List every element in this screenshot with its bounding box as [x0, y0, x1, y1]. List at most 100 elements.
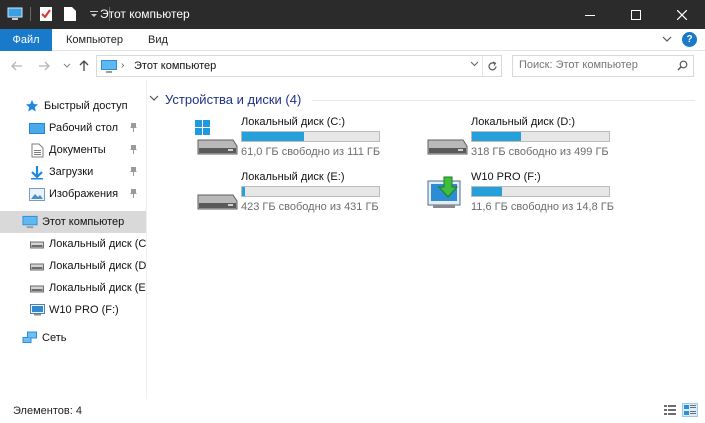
- navigation-pane: Быстрый доступ Рабочий стол Документы За…: [0, 86, 146, 396]
- sidebar-item-desktop[interactable]: Рабочий стол: [0, 117, 146, 139]
- sidebar-item-this-pc[interactable]: Этот компьютер: [0, 211, 146, 233]
- status-bar: Элементов: 4: [0, 398, 705, 423]
- sidebar-item-network[interactable]: Сеть: [0, 327, 146, 349]
- drive-name: Локальный диск (E:): [241, 171, 345, 183]
- search-icon[interactable]: [677, 60, 688, 74]
- tab-file[interactable]: Файл: [0, 29, 52, 51]
- drive-usage-bar: [241, 131, 380, 142]
- minimize-button[interactable]: [567, 0, 613, 29]
- search-input[interactable]: [519, 59, 669, 71]
- properties-icon[interactable]: [37, 5, 55, 23]
- ribbon-tabs: Файл Компьютер Вид ?: [0, 29, 705, 51]
- content-pane: Устройства и диски (4) Локальный диск (C…: [147, 86, 705, 396]
- hard-drive-icon: [197, 194, 238, 210]
- up-arrow-icon: [79, 60, 89, 71]
- chevron-down-icon: [63, 63, 71, 68]
- group-title: Устройства и диски (4): [165, 91, 302, 107]
- toolbar-divider: [30, 7, 31, 21]
- sidebar-item-label: Локальный диск (C: [49, 238, 146, 250]
- ribbon-right-controls: ?: [662, 32, 697, 47]
- drive-free-space: 11,6 ГБ свободно из 14,8 ГБ: [471, 201, 614, 213]
- breadcrumb-separator-icon: ›: [121, 60, 125, 71]
- search-box[interactable]: [512, 55, 694, 77]
- maximize-button[interactable]: [613, 0, 659, 29]
- details-view-button[interactable]: [663, 404, 677, 416]
- drive-usage-fill: [472, 187, 503, 196]
- windows-drive-icon: [195, 120, 238, 155]
- usb-drive-icon: [427, 176, 461, 208]
- computer-icon[interactable]: [6, 5, 24, 23]
- pin-icon[interactable]: [129, 122, 138, 136]
- sidebar-item-drive-d[interactable]: Локальный диск (D: [0, 255, 146, 277]
- group-divider: [312, 100, 695, 101]
- sidebar-item-documents[interactable]: Документы: [0, 139, 146, 161]
- computer-icon: [22, 214, 38, 230]
- pictures-icon: [29, 186, 45, 202]
- drive-free-space: 318 ГБ свободно из 499 ГБ: [471, 146, 609, 158]
- address-bar[interactable]: › Этот компьютер: [96, 55, 502, 77]
- window-controls: [567, 0, 705, 29]
- help-button[interactable]: ?: [682, 32, 697, 47]
- sidebar-item-downloads[interactable]: Загрузки: [0, 161, 146, 183]
- back-button[interactable]: [9, 58, 25, 74]
- pin-icon[interactable]: [129, 166, 138, 180]
- breadcrumb-this-pc[interactable]: Этот компьютер: [134, 60, 216, 72]
- sidebar-item-label: Загрузки: [49, 166, 94, 178]
- pin-icon[interactable]: [129, 144, 138, 158]
- forward-button[interactable]: [36, 58, 52, 74]
- usb-drive-icon: [29, 302, 45, 318]
- hard-drive-icon: [427, 139, 468, 155]
- hard-drive-icon: [29, 258, 45, 274]
- computer-icon: [100, 59, 118, 77]
- view-switcher: [663, 403, 698, 417]
- network-icon: [22, 330, 38, 346]
- up-button[interactable]: [76, 58, 92, 74]
- navigation-bar: › Этот компьютер: [0, 52, 705, 80]
- pin-icon[interactable]: [129, 188, 138, 202]
- sidebar-item-label: Сеть: [42, 332, 67, 344]
- hard-drive-icon: [29, 236, 45, 252]
- drive-tile-f[interactable]: W10 PRO (F:) 11,6 ГБ свободно из 14,8 ГБ: [425, 171, 635, 215]
- address-history-dropdown[interactable]: [470, 59, 479, 70]
- drive-name: Локальный диск (C:): [241, 116, 346, 128]
- drive-usage-fill: [242, 187, 245, 196]
- drive-name: Локальный диск (D:): [471, 116, 576, 128]
- new-folder-icon[interactable]: [61, 5, 79, 23]
- drive-usage-fill: [472, 132, 522, 141]
- drive-tile-d[interactable]: Локальный диск (D:) 318 ГБ свободно из 4…: [425, 116, 635, 160]
- drive-tile-c[interactable]: Локальный диск (C:) 61,0 ГБ свободно из …: [195, 116, 405, 160]
- tiles-view-button[interactable]: [682, 403, 698, 417]
- sidebar-item-label: Рабочий стол: [49, 122, 119, 134]
- hard-drive-icon: [29, 280, 45, 296]
- sidebar-item-label: Быстрый доступ: [44, 100, 128, 112]
- sidebar-item-drive-c[interactable]: Локальный диск (C: [0, 233, 146, 255]
- group-header-devices[interactable]: Устройства и диски (4): [149, 91, 301, 107]
- sidebar-item-pictures[interactable]: Изображения: [0, 183, 146, 205]
- sidebar-item-quick-access[interactable]: Быстрый доступ: [0, 95, 146, 117]
- drive-usage-bar: [241, 186, 380, 197]
- maximize-icon: [631, 9, 641, 20]
- download-icon: [29, 164, 45, 180]
- sidebar-item-label: Локальный диск (E: [49, 282, 146, 294]
- tab-view[interactable]: Вид: [138, 29, 178, 51]
- drive-free-space: 423 ГБ свободно из 431 ГБ: [241, 201, 379, 213]
- details-view-icon: [664, 405, 676, 415]
- expand-ribbon-icon[interactable]: [662, 34, 672, 46]
- drive-usage-bar: [471, 186, 610, 197]
- drive-tile-e[interactable]: Локальный диск (E:) 423 ГБ свободно из 4…: [195, 171, 405, 215]
- desktop-icon: [29, 120, 45, 136]
- window-title: Этот компьютер: [100, 7, 190, 21]
- recent-locations-button[interactable]: [59, 58, 75, 74]
- drive-name: W10 PRO (F:): [471, 171, 541, 183]
- sidebar-item-label: Документы: [49, 144, 106, 156]
- quick-access-toolbar: [6, 5, 110, 23]
- sidebar-item-label: Локальный диск (D: [49, 260, 146, 272]
- sidebar-item-drive-f[interactable]: W10 PRO (F:): [0, 299, 146, 321]
- tab-computer[interactable]: Компьютер: [56, 29, 133, 51]
- refresh-button[interactable]: [482, 56, 501, 76]
- chevron-down-icon[interactable]: [149, 93, 159, 105]
- close-button[interactable]: [659, 0, 705, 29]
- title-bar: Этот компьютер: [0, 0, 705, 29]
- tiles-view-icon: [684, 405, 696, 415]
- sidebar-item-drive-e[interactable]: Локальный диск (E: [0, 277, 146, 299]
